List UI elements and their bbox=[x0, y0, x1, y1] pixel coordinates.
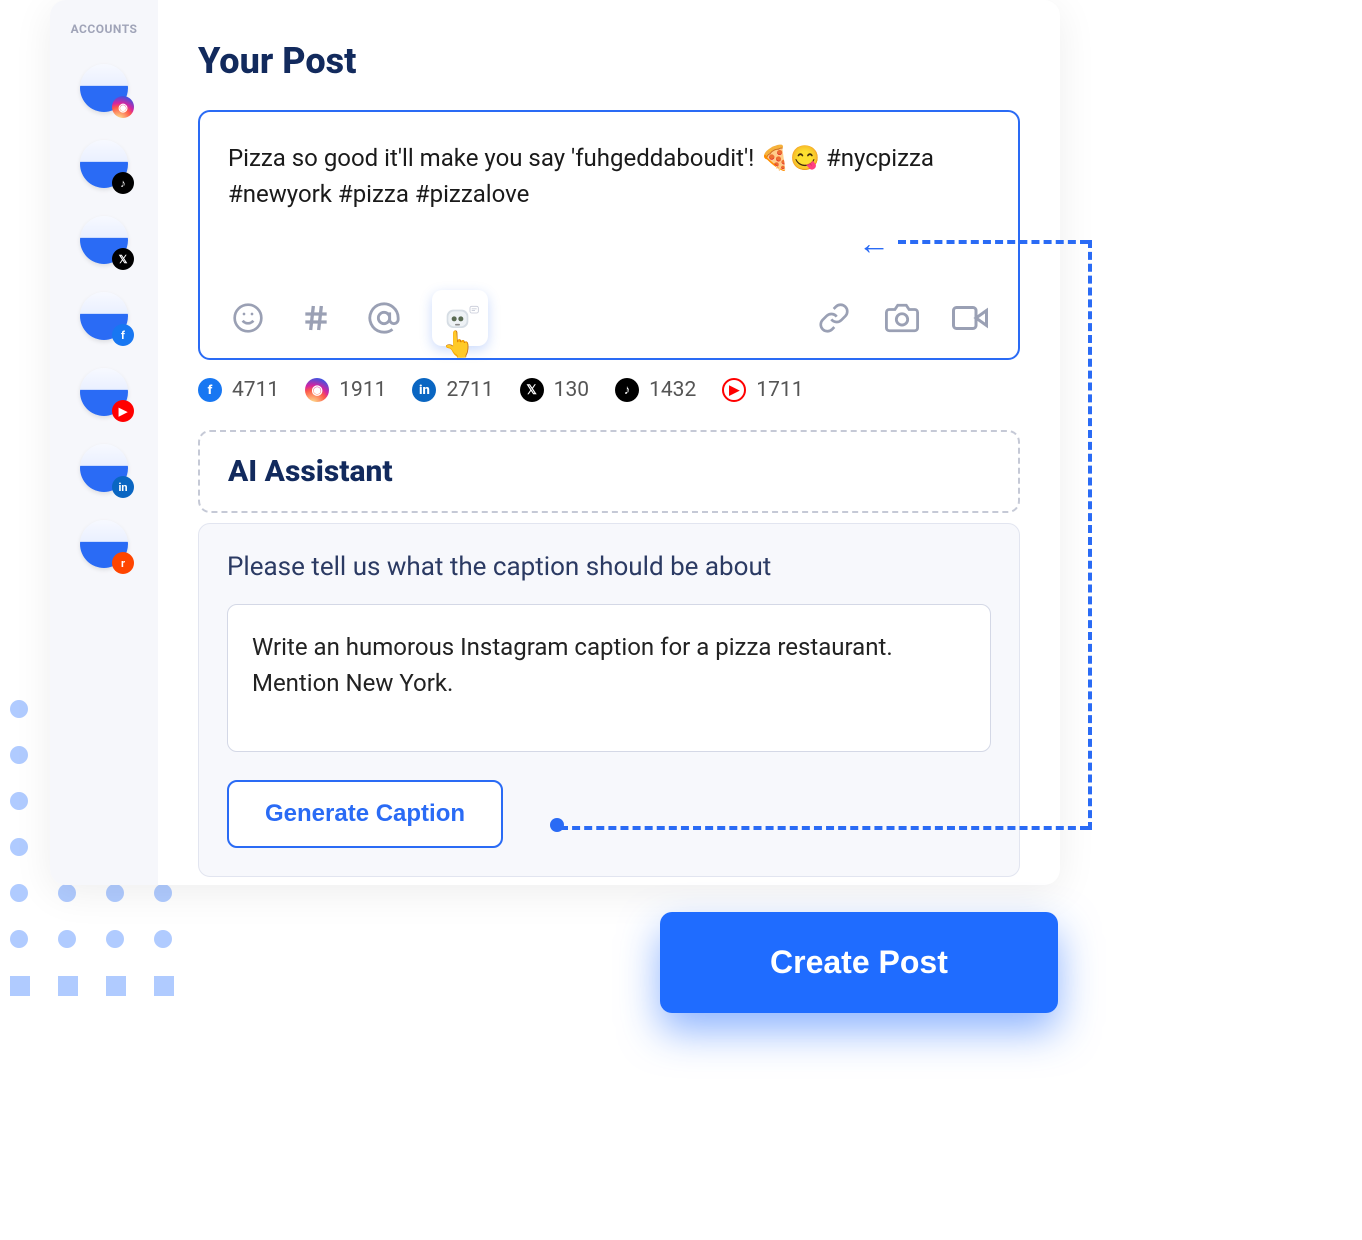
youtube-icon: ▶ bbox=[112, 400, 134, 422]
ai-assistant-header: AI Assistant bbox=[198, 430, 1020, 513]
emoji-icon[interactable] bbox=[228, 298, 268, 338]
post-text-box[interactable]: Pizza so good it'll make you say 'fuhged… bbox=[198, 110, 1020, 360]
video-icon[interactable] bbox=[950, 298, 990, 338]
tiktok-count: ♪1432 bbox=[615, 378, 696, 402]
x-icon: 𝕏 bbox=[112, 248, 134, 270]
youtube-account[interactable]: ▶ bbox=[80, 368, 128, 416]
tiktok-account[interactable]: ♪ bbox=[80, 140, 128, 188]
annotation-line bbox=[560, 826, 1088, 830]
facebook-icon: f bbox=[198, 378, 222, 402]
youtube-count: ▶1711 bbox=[722, 378, 803, 402]
x-account[interactable]: 𝕏 bbox=[80, 216, 128, 264]
ai-prompt-input[interactable] bbox=[227, 604, 991, 752]
create-post-button[interactable]: Create Post bbox=[660, 912, 1058, 1013]
facebook-icon: f bbox=[112, 324, 134, 346]
link-icon[interactable] bbox=[814, 298, 854, 338]
generate-caption-button[interactable]: Generate Caption bbox=[227, 780, 503, 848]
youtube-icon: ▶ bbox=[722, 378, 746, 402]
x-icon: 𝕏 bbox=[520, 378, 544, 402]
reddit-account[interactable]: r bbox=[80, 520, 128, 568]
annotation-line bbox=[1088, 240, 1092, 830]
hashtag-icon[interactable] bbox=[296, 298, 336, 338]
post-toolbar bbox=[228, 290, 990, 346]
instagram-count: ◉1911 bbox=[305, 378, 386, 402]
instagram-account[interactable]: ◉ bbox=[80, 64, 128, 112]
facebook-count: f4711 bbox=[198, 378, 279, 402]
sidebar-label: ACCOUNTS bbox=[71, 22, 138, 36]
linkedin-icon: in bbox=[412, 378, 436, 402]
camera-icon[interactable] bbox=[882, 298, 922, 338]
character-counts-row: f4711 ◉1911 in2711 𝕏130 ♪1432 ▶1711 bbox=[198, 378, 1020, 402]
instagram-icon: ◉ bbox=[112, 96, 134, 118]
ai-prompt-label: Please tell us what the caption should b… bbox=[227, 552, 991, 582]
linkedin-account[interactable]: in bbox=[80, 444, 128, 492]
tiktok-icon: ♪ bbox=[112, 172, 134, 194]
accounts-sidebar: ACCOUNTS ◉ ♪ 𝕏 f ▶ in r bbox=[50, 0, 158, 885]
tiktok-icon: ♪ bbox=[615, 378, 639, 402]
reddit-icon: r bbox=[112, 552, 134, 574]
ai-assistant-icon[interactable] bbox=[432, 290, 488, 346]
ai-assistant-title: AI Assistant bbox=[228, 454, 990, 489]
instagram-icon: ◉ bbox=[305, 378, 329, 402]
mention-icon[interactable] bbox=[364, 298, 404, 338]
arrow-icon: ← bbox=[858, 224, 890, 262]
linkedin-count: in2711 bbox=[412, 378, 493, 402]
x-count: 𝕏130 bbox=[520, 378, 589, 402]
annotation-dot bbox=[550, 818, 564, 832]
ai-assistant-panel: Please tell us what the caption should b… bbox=[198, 523, 1020, 877]
main-content: Your Post Pizza so good it'll make you s… bbox=[158, 0, 1060, 885]
annotation-line bbox=[898, 240, 1088, 244]
facebook-account[interactable]: f bbox=[80, 292, 128, 340]
page-title: Your Post bbox=[198, 40, 1020, 82]
post-composer-card: ACCOUNTS ◉ ♪ 𝕏 f ▶ in r Your Post Pizza … bbox=[50, 0, 1060, 885]
linkedin-icon: in bbox=[112, 476, 134, 498]
